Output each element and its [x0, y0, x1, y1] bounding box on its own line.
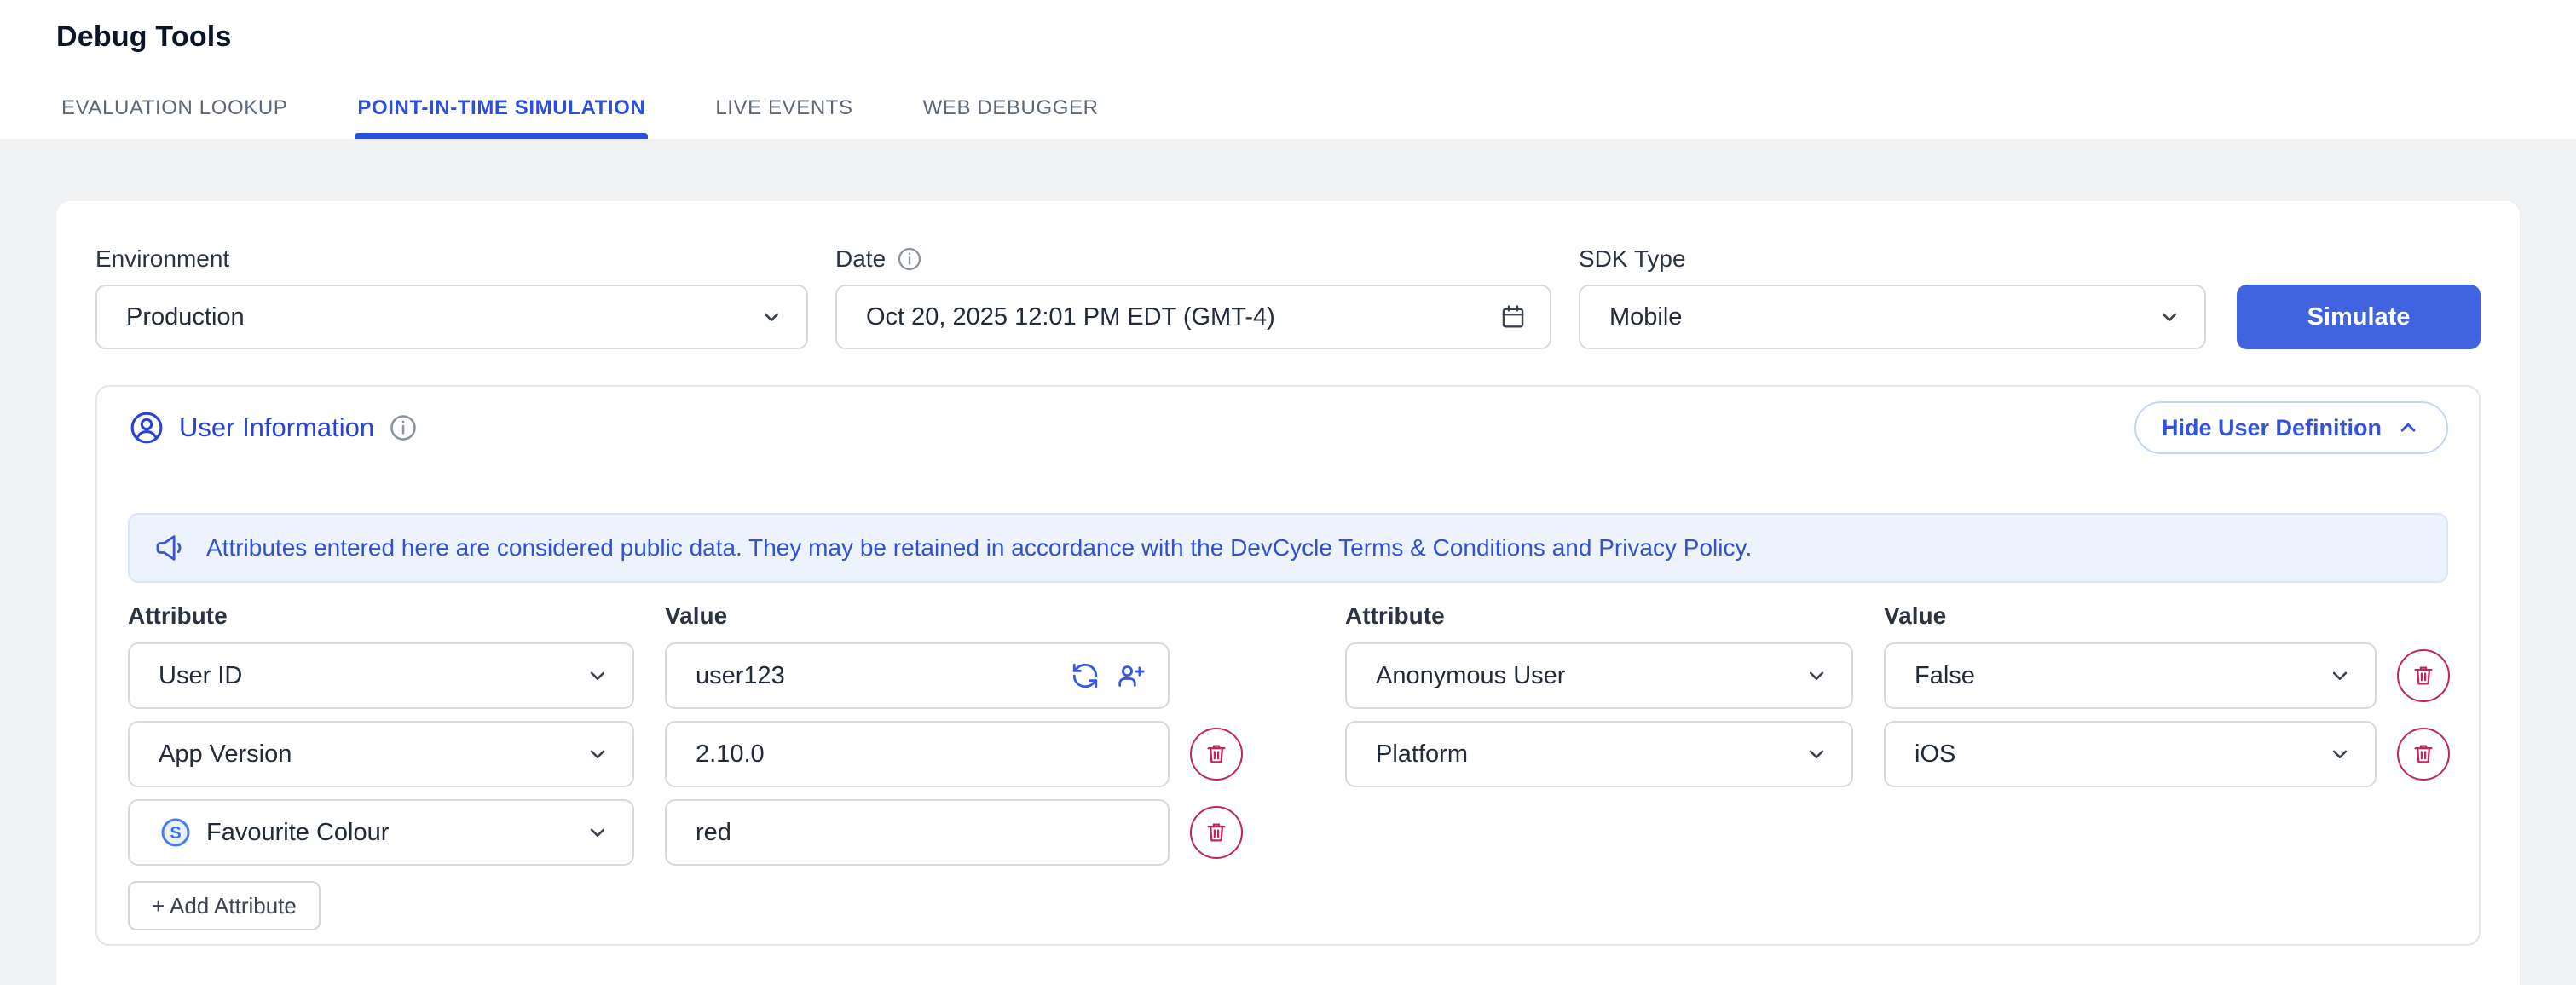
chevron-down-icon	[759, 304, 784, 330]
value-select-anonymous-user[interactable]: False	[1884, 642, 2377, 709]
user-circle-icon	[128, 409, 165, 446]
value-input-user-id[interactable]: user123	[665, 642, 1170, 709]
top-header: Debug Tools EVALUATION LOOKUP POINT-IN-T…	[0, 0, 2576, 139]
tab-bar: EVALUATION LOOKUP POINT-IN-TIME SIMULATI…	[61, 96, 1099, 139]
attribute-select-platform[interactable]: Platform	[1345, 721, 1853, 787]
column-header-value: Value	[1884, 602, 2377, 630]
date-value: Oct 20, 2025 12:01 PM EDT (GMT-4)	[866, 303, 1275, 331]
user-information-section: User Information Hide User Definition At…	[95, 385, 2481, 946]
hide-user-definition-button[interactable]: Hide User Definition	[2134, 401, 2448, 454]
delete-attribute-button[interactable]	[1190, 806, 1243, 859]
trash-icon	[2411, 663, 2436, 688]
person-plus-icon[interactable]	[1117, 661, 1146, 690]
tab-web-debugger[interactable]: WEB DEBUGGER	[923, 96, 1099, 139]
simulate-button[interactable]: Simulate	[2237, 285, 2481, 349]
attribute-select-user-id[interactable]: User ID	[128, 642, 634, 709]
trash-icon	[1204, 741, 1229, 767]
column-header-value: Value	[665, 602, 1170, 630]
chevron-down-icon	[2157, 304, 2182, 330]
trash-icon	[1204, 820, 1229, 845]
refresh-icon[interactable]	[1071, 661, 1100, 690]
date-input[interactable]: Oct 20, 2025 12:01 PM EDT (GMT-4)	[835, 285, 1551, 349]
page-body: Environment Production Date Oct 20, 2025	[0, 139, 2576, 985]
date-field: Date Oct 20, 2025 12:01 PM EDT (GMT-4)	[835, 245, 1551, 349]
column-header-attribute: Attribute	[1345, 602, 1853, 630]
chevron-down-icon	[585, 820, 610, 845]
chevron-down-icon	[1804, 663, 1829, 688]
delete-attribute-button[interactable]	[2397, 728, 2450, 781]
page-title: Debug Tools	[0, 0, 2576, 54]
tab-point-in-time-simulation[interactable]: POINT-IN-TIME SIMULATION	[357, 96, 645, 139]
sdk-type-field: SDK Type Mobile	[1579, 245, 2206, 349]
string-type-badge-icon: S	[159, 815, 193, 850]
tab-live-events[interactable]: LIVE EVENTS	[715, 96, 852, 139]
sdk-type-value: Mobile	[1609, 303, 1682, 331]
attribute-select-app-version[interactable]: App Version	[128, 721, 634, 787]
environment-select[interactable]: Production	[95, 285, 808, 349]
chevron-down-icon	[585, 663, 610, 688]
value-input-app-version[interactable]: 2.10.0	[665, 721, 1170, 787]
user-information-title: User Information	[179, 412, 374, 443]
chevron-down-icon	[1804, 741, 1829, 767]
simulation-form-row: Environment Production Date Oct 20, 2025	[95, 245, 2481, 349]
attribute-select-favourite-colour[interactable]: S Favourite Colour	[128, 799, 634, 866]
chevron-down-icon	[2327, 741, 2353, 767]
attribute-select-anonymous-user[interactable]: Anonymous User	[1345, 642, 1853, 709]
date-label: Date	[835, 245, 886, 273]
simulation-card: Environment Production Date Oct 20, 2025	[56, 201, 2520, 985]
add-attribute-button[interactable]: + Add Attribute	[128, 881, 321, 930]
chevron-up-icon	[2395, 415, 2421, 441]
trash-icon	[2411, 741, 2436, 767]
chevron-down-icon	[2327, 663, 2353, 688]
info-icon[interactable]	[896, 245, 923, 273]
calendar-icon[interactable]	[1499, 302, 1528, 331]
sdk-type-label: SDK Type	[1579, 245, 1686, 273]
sdk-type-select[interactable]: Mobile	[1579, 285, 2206, 349]
environment-value: Production	[126, 303, 245, 331]
user-information-header: User Information Hide User Definition	[128, 400, 2448, 455]
environment-field: Environment Production	[95, 245, 808, 349]
column-header-attribute: Attribute	[128, 602, 634, 630]
delete-attribute-button[interactable]	[1190, 728, 1243, 781]
public-data-banner-text: Attributes entered here are considered p…	[206, 534, 1752, 562]
value-input-favourite-colour[interactable]: red	[665, 799, 1170, 866]
environment-label: Environment	[95, 245, 229, 273]
tab-evaluation-lookup[interactable]: EVALUATION LOOKUP	[61, 96, 287, 139]
svg-text:S: S	[170, 824, 181, 843]
chevron-down-icon	[585, 741, 610, 767]
public-data-banner: Attributes entered here are considered p…	[128, 513, 2448, 583]
megaphone-icon	[153, 531, 188, 565]
value-select-platform[interactable]: iOS	[1884, 721, 2377, 787]
attribute-grid: Attribute Value Attribute Value User ID …	[128, 602, 2448, 866]
info-icon[interactable]	[388, 412, 419, 443]
delete-attribute-button[interactable]	[2397, 649, 2450, 702]
